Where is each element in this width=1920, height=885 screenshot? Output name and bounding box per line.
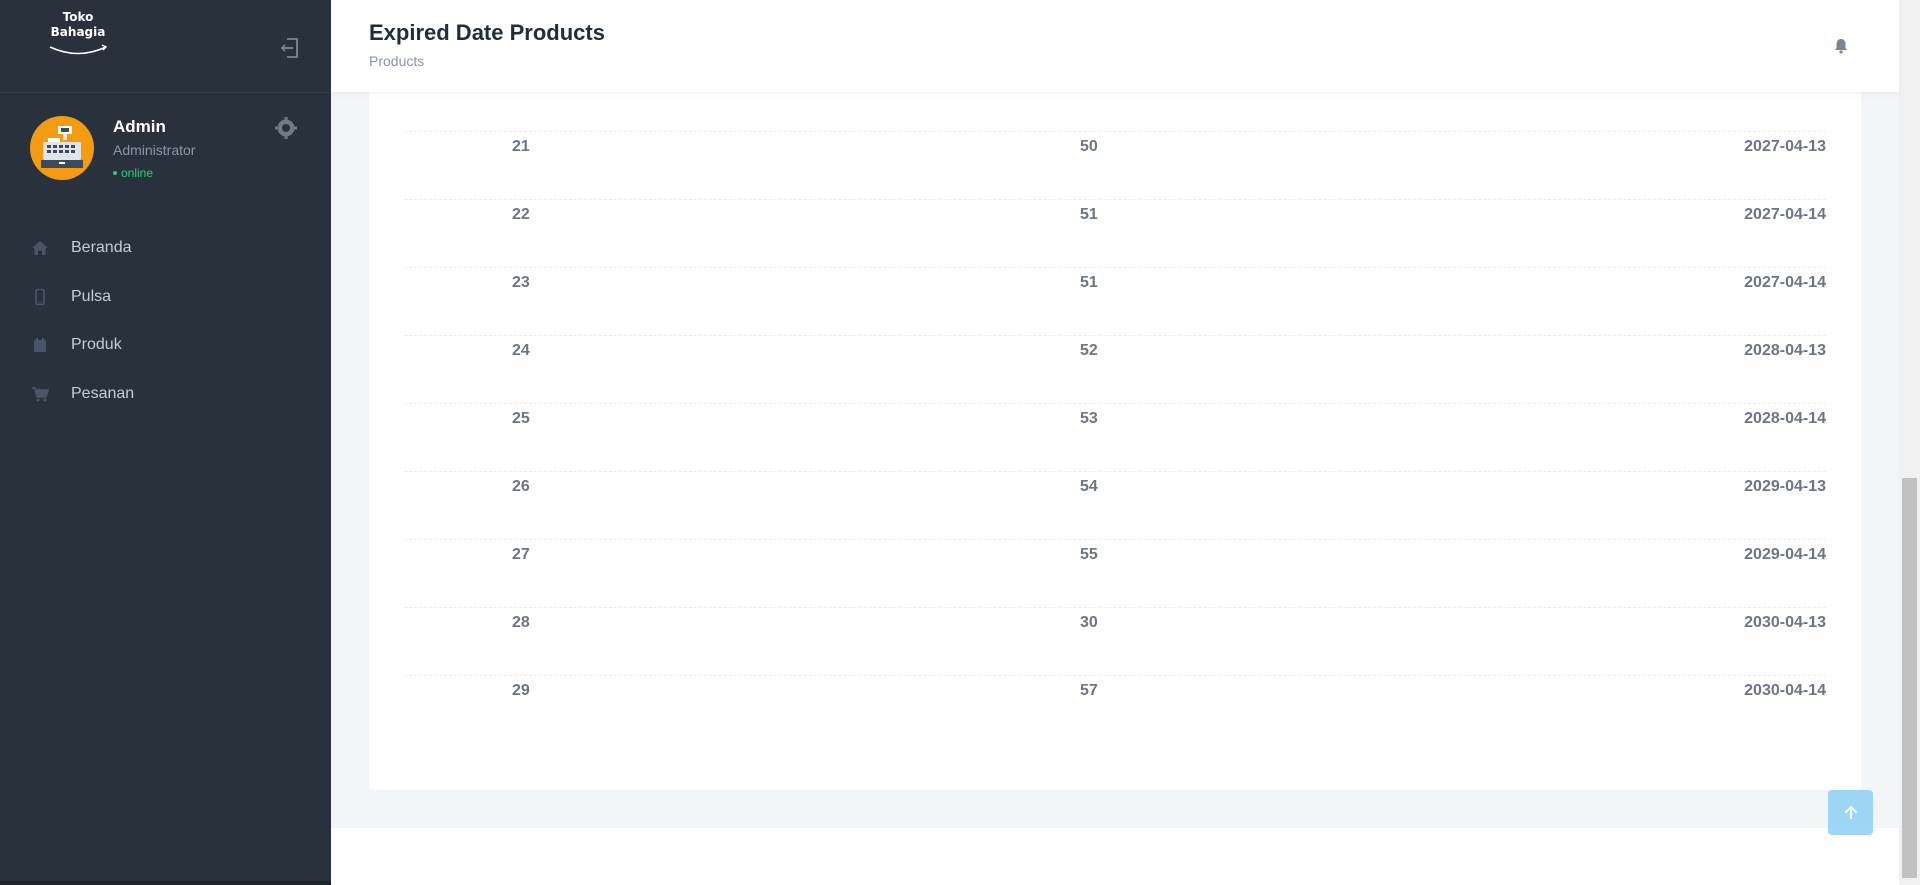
sidebar-item-pesanan[interactable]: Pesanan [0, 370, 331, 419]
table-cell-expired-date: 2030-04-13 [1744, 614, 1826, 631]
scrollbar-thumb[interactable] [1902, 478, 1917, 878]
table-cell-id: 25 [512, 410, 530, 427]
mobile-icon [30, 287, 50, 307]
user-name: Admin [113, 117, 166, 136]
sidebar-item-pulsa[interactable]: Pulsa [0, 273, 331, 322]
table-cell-id: 28 [512, 614, 530, 631]
page-footer [331, 828, 1899, 885]
sidebar-item-produk[interactable]: Produk [0, 321, 331, 370]
gear-icon[interactable] [274, 116, 298, 140]
sidebar-item-label: Pesanan [71, 384, 135, 402]
table-cell-qty: 53 [1080, 410, 1098, 427]
brand-line-2: Bahagia [50, 25, 106, 39]
table-cell-id: 24 [512, 342, 530, 359]
table-row: 21 50 2027-04-13 [404, 132, 1826, 200]
table-cell-id: 27 [512, 546, 530, 563]
table-cell-qty: 52 [1080, 342, 1098, 359]
user-role: Administrator [113, 142, 196, 158]
table-cell-qty: 57 [1080, 682, 1098, 699]
table-row: 26 54 2029-04-13 [404, 472, 1826, 540]
scroll-to-top-button[interactable] [1828, 790, 1873, 835]
sidebar-bottom-edge [0, 881, 331, 885]
table-cell-expired-date: 2029-04-14 [1744, 546, 1826, 563]
table-cell-qty: 51 [1080, 274, 1098, 291]
table-row: 29 57 2030-04-14 [404, 676, 1826, 744]
page-title: Expired Date Products [369, 20, 605, 45]
table-cell-expired-date: 2027-04-13 [1744, 138, 1826, 155]
table-cell-id: 26 [512, 478, 530, 495]
sidebar-divider [0, 92, 331, 93]
avatar[interactable] [30, 116, 94, 180]
cash-register-icon [41, 126, 83, 168]
sidebar: Toko Bahagia Admin Administrator online … [0, 0, 331, 885]
table-row: 28 30 2030-04-13 [404, 608, 1826, 676]
table-cell-expired-date: 2028-04-14 [1744, 410, 1826, 427]
table-row: 24 52 2028-04-13 [404, 336, 1826, 404]
table-cell-id: 21 [512, 138, 530, 155]
table-cell-expired-date: 2028-04-13 [1744, 342, 1826, 359]
table-cell-expired-date: 2027-04-14 [1744, 274, 1826, 291]
cart-icon [30, 384, 50, 404]
status-dot-icon [113, 170, 117, 175]
table-cell-expired-date: 2029-04-13 [1744, 478, 1826, 495]
sidebar-item-label: Produk [71, 336, 122, 354]
table-row: 25 53 2028-04-14 [404, 404, 1826, 472]
table-cell-id: 23 [512, 274, 530, 291]
smile-icon [49, 44, 108, 55]
sidebar-item-label: Pulsa [71, 287, 112, 305]
logout-icon[interactable] [278, 36, 302, 60]
table-cell-expired-date: 2030-04-14 [1744, 682, 1826, 699]
arrow-up-icon [1844, 805, 1857, 819]
table-cell-id: 22 [512, 206, 530, 223]
table-cell-qty: 50 [1080, 138, 1098, 155]
expired-products-table: 20 30 2026-04-14 21 50 2027-04-13 22 51 … [404, 70, 1826, 744]
home-icon [30, 238, 50, 258]
expired-products-card: 20 30 2026-04-14 21 50 2027-04-13 22 51 … [369, 70, 1861, 790]
brand-line-1: Toko [62, 10, 94, 24]
user-status-label: online [121, 166, 154, 180]
page-header: Expired Date Products Products [331, 0, 1899, 92]
table-cell-qty: 54 [1080, 478, 1098, 495]
table-cell-qty: 30 [1080, 614, 1098, 631]
brand-logo[interactable]: Toko Bahagia [36, 10, 120, 66]
table-cell-id: 29 [512, 682, 530, 699]
table-cell-qty: 55 [1080, 546, 1098, 563]
table-cell-qty: 51 [1080, 206, 1098, 223]
table-row: 22 51 2027-04-14 [404, 200, 1826, 268]
user-status: online [113, 166, 153, 180]
table-row: 23 51 2027-04-14 [404, 268, 1826, 336]
bell-icon[interactable] [1831, 36, 1851, 56]
breadcrumb[interactable]: Products [369, 53, 424, 69]
sidebar-nav: Beranda Pulsa Produk Pesanan [0, 224, 331, 418]
table-cell-expired-date: 2027-04-14 [1744, 206, 1826, 223]
sidebar-item-label: Beranda [71, 239, 132, 257]
table-row: 27 55 2029-04-14 [404, 540, 1826, 608]
sidebar-item-beranda[interactable]: Beranda [0, 224, 331, 273]
box-icon [30, 335, 50, 355]
